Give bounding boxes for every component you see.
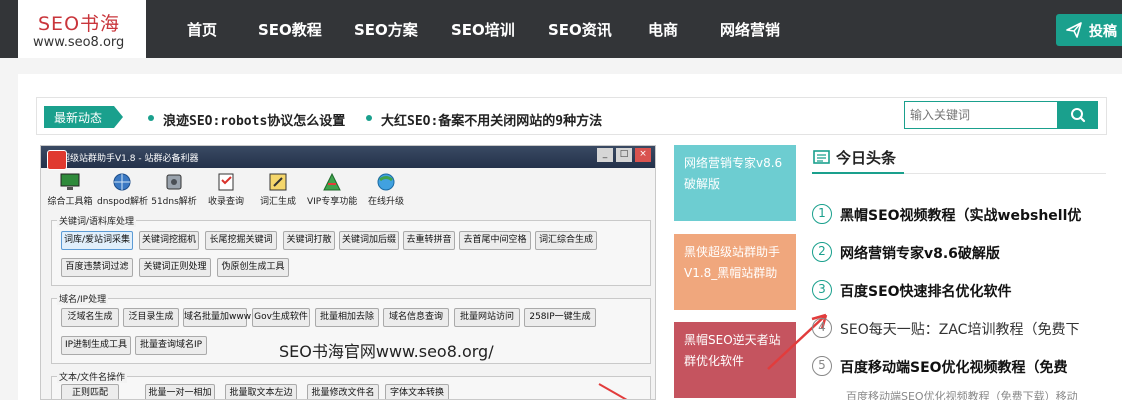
maximize-icon: □ [616,148,632,162]
headlines-divider-accent [812,172,904,174]
headline-rank: 3 [812,280,832,300]
nav-item-ecommerce[interactable]: 电商 [648,19,678,40]
app-icon [47,150,67,170]
window-controls: _ □ × [597,148,653,162]
headlines-title: 今日头条 [836,149,897,167]
news-link[interactable]: 大红SEO:备案不用关闭网站的9种方法 [381,110,602,129]
newspaper-icon [813,150,830,164]
red-arrow-icon [598,383,628,399]
promo-tile-text: 网络营销专家v8.6破解版 [684,156,783,191]
monitor-icon [60,173,80,190]
tool-button: 正则匹配 [61,384,119,399]
window-title: 超级站群助手V1.8 - 站群必备利器 [61,154,199,164]
close-icon: × [635,148,651,162]
nav-item-seo-tutorial[interactable]: SEO教程 [258,19,322,40]
submit-article-button[interactable]: 投稿 [1056,14,1122,46]
toolbar-dnspod: dnspod解析 [97,172,148,210]
checklist-icon [218,173,234,191]
tool-button: 关键词打散 [283,231,335,250]
paper-plane-icon [1066,22,1082,38]
news-link[interactable]: 浪迹SEO:robots协议怎么设置 [163,110,345,129]
news-tag: 最新动态 [44,106,114,128]
headline-link[interactable]: 黑帽SEO视频教程（实战webshell优 [840,205,1108,225]
nav-item-seo-plan[interactable]: SEO方案 [354,19,418,40]
nav-item-seo-training[interactable]: SEO培训 [451,19,515,40]
window-titlebar: 超级站群助手V1.8 - 站群必备利器 _ □ × [41,146,655,168]
tool-button: 批量相加去除 [315,308,379,327]
headline-rank: 2 [812,242,832,262]
logo-title: SEO书海 [38,13,121,35]
tool-button: 258IP一键生成 [524,308,596,327]
headline-link[interactable]: 百度移动端SEO优化视频教程（免费 [840,357,1108,377]
site-logo[interactable]: SEO书海 www.seo8.org [18,0,146,58]
toolbar-toolbox: 综合工具箱 [45,172,95,210]
headline-rank: 4 [812,318,832,338]
top-navigation: SEO书海 www.seo8.org 首页 SEO教程 SEO方案 SEO培训 … [0,0,1122,58]
tool-button: 批量查询域名IP [135,336,207,355]
tool-button: 长尾挖掘关键词 [205,231,277,250]
promo-tile[interactable]: 黑侠超级站群助手V1.8_黑帽站群助 [674,234,796,310]
featured-image[interactable]: 超级站群助手V1.8 - 站群必备利器 _ □ × 综合工具箱 dnspod解析… [40,145,656,400]
nav-item-network-marketing[interactable]: 网络营销 [720,19,780,40]
tool-button: 关键词挖掘机 [139,231,199,250]
tool-button: 伪原创生成工具 [217,258,289,277]
tool-button: 关键词加后缀 [339,231,399,250]
tool-button: 域名信息查询 [383,308,449,327]
tool-button: 批量取文本左边 [225,384,297,399]
tool-button: 域名批量加www [183,308,251,327]
headline-link[interactable]: SEO每天一贴：ZAC培训教程（免费下 [840,319,1108,339]
promo-tile-text: 黑侠超级站群助手V1.8_黑帽站群助 [684,245,781,280]
headline-summary: 百度移动端SEO优化视频教程（免费下载）移动 [846,390,1078,400]
news-bullet [366,115,372,121]
search-button[interactable] [1058,101,1098,129]
edit-icon [269,173,287,191]
toolbar-upgrade: 在线升级 [361,172,411,210]
section-label: 文本/文件名操作 [57,370,128,383]
headline-link[interactable]: 百度SEO快速排名优化软件 [840,281,1108,301]
logo-url: www.seo8.org [33,35,125,50]
search-input[interactable] [904,101,1058,129]
headline-rank: 1 [812,204,832,224]
news-tag-arrow [114,106,123,128]
image-watermark: SEO书海官网www.seo8.org/ [279,342,494,361]
toolbar-vip: VIP专享功能 [307,172,357,210]
tool-button: Gov生成软件 [252,308,310,327]
tool-button: 泛域名生成 [61,308,119,327]
section-label: 域名/IP处理 [57,292,109,305]
tool-button: 批量一对一相加 [145,384,215,399]
tool-button: 去重转拼音 [403,231,455,250]
nav-item-seo-news[interactable]: SEO资讯 [548,19,612,40]
section-label: 关键词/语料库处理 [57,214,137,227]
promo-tile[interactable]: 网络营销专家v8.6破解版 [674,145,796,221]
tool-button: 批量网站访问 [454,308,520,327]
headline-link[interactable]: 网络营销专家v8.6破解版 [840,243,1108,263]
toolbar-51dns: 51dns解析 [149,172,199,210]
tool-button: 词汇综合生成 [535,231,597,250]
search-icon [1071,108,1086,123]
tool-button: 关键词正则处理 [139,258,211,277]
globe-icon [113,173,131,191]
server-icon [166,174,182,190]
tool-button: 批量修改文件名 [307,384,379,399]
submit-article-label: 投稿 [1089,24,1117,40]
tool-button: IP进制生成工具 [61,336,131,355]
nav-item-home[interactable]: 首页 [187,19,217,40]
toolbar-index-query: 收录查询 [201,172,251,210]
headline-rank: 5 [812,356,832,376]
tool-button: 词库/爱站词采集 [61,231,133,250]
tool-button: 百度违禁词过滤 [61,258,133,277]
minimize-icon: _ [597,148,613,162]
tool-button: 泛目录生成 [123,308,179,327]
upgrade-globe-icon [377,173,395,191]
tool-button: 字体文本转换 [385,384,449,399]
tool-button: 去首尾中间空格 [459,231,531,250]
vip-icon [323,172,341,191]
news-bullet [148,115,154,121]
toolbar-word-generate: 词汇生成 [253,172,303,210]
